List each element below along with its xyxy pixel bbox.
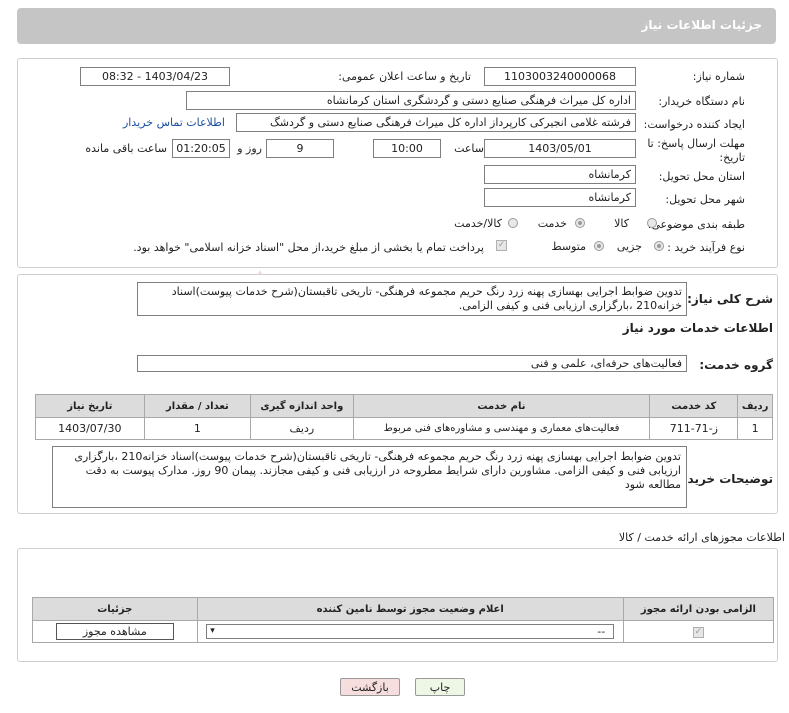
permits-table: الزامی بودن ارائه مجوز اعلام وضعیت مجوز … [32,597,775,643]
services-table: ردیف کد خدمت نام خدمت واحد اندازه گیری ت… [35,394,773,440]
cell-permit-status: -- ▾ [196,620,624,643]
remaining-time-label: ساعت باقی مانده [85,142,167,155]
process-partial-radio[interactable] [654,241,664,251]
announce-datetime-label: تاریخ و ساعت اعلان عمومی: [338,70,471,83]
delivery-city-label: شهر محل تحویل: [665,193,745,206]
process-type-label: نوع فرآیند خرید : [667,241,745,254]
permits-table-header: الزامی بودن ارائه مجوز اعلام وضعیت مجوز … [32,597,775,621]
announce-datetime-field: 1403/04/23 - 08:32 [80,67,230,86]
delivery-province-field: کرمانشاه [484,165,636,184]
col-date: تاریخ نیاز [35,394,145,418]
remaining-time-field: 01:20:05 [172,139,230,158]
category-service-radio[interactable] [575,218,585,228]
need-info-panel [17,58,778,268]
deadline-time-field: 10:00 [373,139,441,158]
col-row: ردیف [737,394,773,418]
deadline-time-label: ساعت [454,142,484,155]
table-row: ✓ -- ▾ مشاهده مجوز [32,620,775,643]
treasury-checkbox[interactable]: ✓ [496,240,507,251]
col-permit-details: جزئیات [32,597,198,621]
buyer-contact-link[interactable]: اطلاعات تماس خریدار [123,116,225,129]
permit-required-checkbox[interactable]: ✓ [692,626,704,638]
need-number-label: شماره نیاز: [692,70,745,83]
chevron-down-icon: ▾ [210,626,215,636]
buyer-notes-text: تدوین ضوابط اجرایی بهسازی پهنه زرد رنگ ح… [74,450,681,491]
need-number-field: 1103003240000068 [484,67,636,86]
buyer-org-label: نام دستگاه خریدار: [658,95,745,108]
cell-name: فعالیت‌های معماری و مهندسی و مشاوره‌های … [352,417,651,440]
category-goods-radio[interactable] [647,218,657,228]
cell-permit-details: مشاهده مجوز [32,620,198,643]
col-unit: واحد اندازه گیری [250,394,354,418]
print-button[interactable]: چاپ [415,678,465,696]
deadline-date-field: 1403/05/01 [484,139,636,158]
cell-row: 1 [737,417,773,440]
page-header: جزئیات اطلاعات نیاز [17,8,776,44]
back-button[interactable]: بازگشت [340,678,400,696]
summary-text: تدوین ضوابط اجرایی بهسازی پهنه زرد رنگ ح… [171,285,682,312]
service-group-field: فعالیت‌های حرفه‌ای، علمی و فنی [137,355,687,372]
table-row: 1 ز-71-711 فعالیت‌های معماری و مهندسی و … [35,417,773,440]
process-medium-label: متوسط [551,240,586,253]
category-goods-service-label: کالا/خدمت [454,217,502,230]
services-section-title: اطلاعات خدمات مورد نیاز [622,321,773,335]
cell-date: 1403/07/30 [35,417,145,440]
delivery-province-label: استان محل تحویل: [658,170,745,183]
permit-status-value: -- [597,625,606,638]
buyer-org-field: اداره کل میراث فرهنگی صنایع دستی و گردشگ… [186,91,636,110]
category-label: طبقه بندی موضوعی: [647,218,745,231]
deadline-label-line2: تاریخ: [719,151,745,164]
cell-unit: ردیف [250,417,354,440]
cell-qty: 1 [143,417,252,440]
category-goods-service-radio[interactable] [508,218,518,228]
cell-permit-required: ✓ [622,620,775,643]
delivery-city-field: کرمانشاه [484,188,636,207]
process-partial-label: جزیی [616,240,642,253]
summary-field: تدوین ضوابط اجرایی بهسازی پهنه زرد رنگ ح… [137,282,687,316]
deadline-days-label: روز و [237,142,262,155]
view-permit-button[interactable]: مشاهده مجوز [55,623,174,640]
summary-label: شرح کلی نیاز: [687,292,773,306]
page-title: جزئیات اطلاعات نیاز [641,18,762,32]
col-name: نام خدمت [352,394,651,418]
requester-field: فرشته غلامی انجیرکی کارپرداز اداره کل می… [236,113,636,132]
col-permit-required: الزامی بودن ارائه مجوز [622,597,775,621]
deadline-label-line1: مهلت ارسال پاسخ: تا [647,137,745,150]
cell-code: ز-71-711 [649,417,739,440]
col-qty: تعداد / مقدار [143,394,252,418]
category-goods-label: کالا [614,217,629,230]
permit-status-select[interactable]: -- ▾ [206,624,615,639]
requester-label: ایجاد کننده درخواست: [643,118,745,131]
col-code: کد خدمت [649,394,739,418]
process-medium-radio[interactable] [594,241,604,251]
service-group-label: گروه خدمت: [699,358,773,372]
permits-section-title: اطلاعات مجوزهای ارائه خدمت / کالا [618,531,785,544]
category-service-label: خدمت [537,217,567,230]
treasury-note: پرداخت تمام یا بخشی از مبلغ خرید،از محل … [133,241,484,254]
col-permit-status: اعلام وضعیت مجوز توسط نامین کننده [196,597,624,621]
deadline-days-field: 9 [266,139,334,158]
buyer-notes-field: تدوین ضوابط اجرایی بهسازی پهنه زرد رنگ ح… [52,446,687,508]
services-table-header: ردیف کد خدمت نام خدمت واحد اندازه گیری ت… [35,394,773,418]
